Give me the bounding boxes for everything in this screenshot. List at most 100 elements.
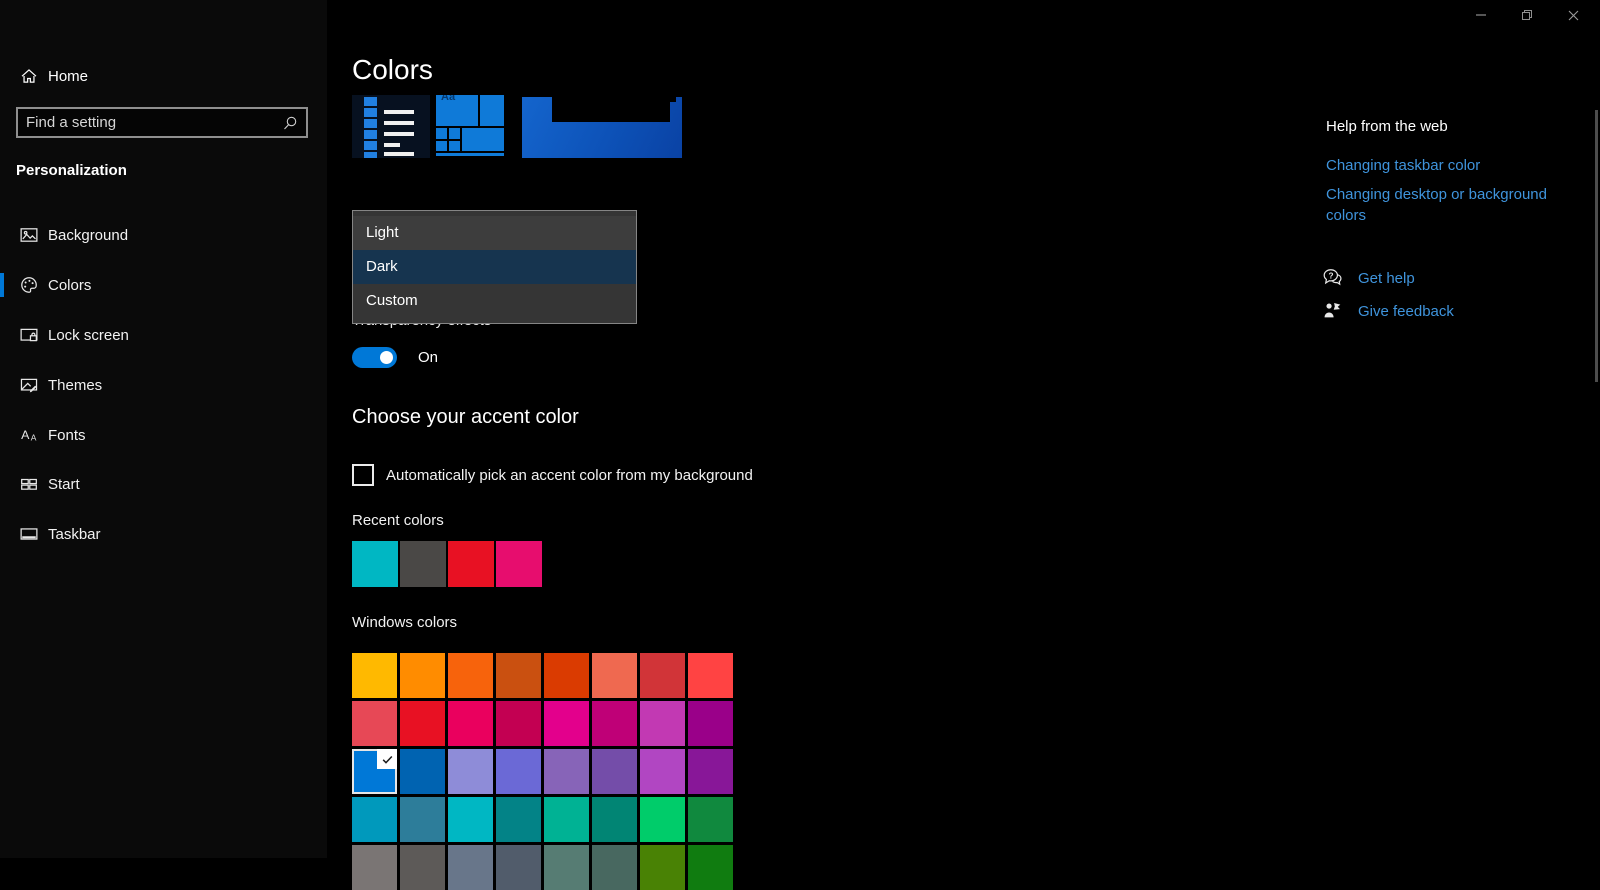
windows-color-swatch-r1c4[interactable] bbox=[544, 701, 589, 746]
sidebar-item-home[interactable]: Home bbox=[0, 58, 327, 94]
close-icon bbox=[1567, 9, 1580, 22]
recent-color-swatch-1[interactable] bbox=[400, 541, 446, 587]
start-icon bbox=[20, 475, 38, 493]
windows-color-swatch-r4c1[interactable] bbox=[400, 845, 445, 890]
minimize-button[interactable] bbox=[1458, 0, 1504, 30]
windows-color-swatch-r3c7[interactable] bbox=[688, 797, 733, 842]
windows-color-swatch-r2c1[interactable] bbox=[400, 749, 445, 794]
windows-color-swatch-r4c2[interactable] bbox=[448, 845, 493, 890]
auto-accent-label: Automatically pick an accent color from … bbox=[386, 467, 753, 484]
sidebar-item-colors[interactable]: Colors bbox=[0, 267, 327, 303]
palette-icon bbox=[20, 276, 38, 294]
sidebar-item-label: Fonts bbox=[48, 427, 86, 444]
search-icon[interactable] bbox=[282, 115, 298, 131]
windows-color-swatch-r2c7[interactable] bbox=[688, 749, 733, 794]
sidebar-item-background[interactable]: Background bbox=[0, 217, 327, 253]
help-heading: Help from the web bbox=[1326, 118, 1448, 135]
sidebar-item-fonts[interactable]: AA Fonts bbox=[0, 417, 327, 453]
give-feedback-link[interactable]: Give feedback bbox=[1322, 301, 1454, 321]
sidebar-item-label: Colors bbox=[48, 277, 91, 294]
windows-color-swatch-r1c5[interactable] bbox=[592, 701, 637, 746]
toggle-knob bbox=[380, 351, 393, 364]
selected-accent-bar bbox=[0, 273, 4, 297]
windows-color-swatch-r1c3[interactable] bbox=[496, 701, 541, 746]
recent-color-swatch-3[interactable] bbox=[496, 541, 542, 587]
page-title: Colors bbox=[352, 54, 433, 86]
windows-color-swatch-r4c6[interactable] bbox=[640, 845, 685, 890]
windows-color-swatch-r3c4[interactable] bbox=[544, 797, 589, 842]
windows-color-swatch-r0c5[interactable] bbox=[592, 653, 637, 698]
get-help-label: Get help bbox=[1358, 270, 1415, 287]
search-input[interactable] bbox=[18, 114, 282, 131]
svg-text:A: A bbox=[31, 433, 37, 443]
windows-color-swatch-r0c2[interactable] bbox=[448, 653, 493, 698]
auto-accent-row: Automatically pick an accent color from … bbox=[352, 464, 753, 486]
minimize-icon bbox=[1475, 9, 1487, 21]
search-box[interactable] bbox=[16, 107, 308, 138]
get-help-link[interactable]: ? Get help bbox=[1322, 268, 1415, 288]
sidebar-item-lock-screen[interactable]: Lock screen bbox=[0, 317, 327, 353]
windows-color-swatch-r0c1[interactable] bbox=[400, 653, 445, 698]
dropdown-option-light[interactable]: Light bbox=[353, 216, 636, 250]
sidebar-item-start[interactable]: Start bbox=[0, 466, 327, 502]
taskbar-icon bbox=[20, 525, 38, 543]
windows-color-swatch-r3c3[interactable] bbox=[496, 797, 541, 842]
sidebar-item-label: Start bbox=[48, 476, 80, 493]
recent-color-swatch-0[interactable] bbox=[352, 541, 398, 587]
windows-color-swatch-r0c3[interactable] bbox=[496, 653, 541, 698]
accent-color-heading: Choose your accent color bbox=[352, 406, 579, 429]
preview-startmenu-mock bbox=[352, 95, 430, 158]
help-link-desktop-colors[interactable]: Changing desktop or background colors bbox=[1326, 184, 1564, 226]
windows-color-swatch-r4c5[interactable] bbox=[592, 845, 637, 890]
windows-color-swatch-r4c7[interactable] bbox=[688, 845, 733, 890]
sidebar: Home Personalization Background Colors Loc… bbox=[0, 0, 327, 858]
transparency-toggle[interactable] bbox=[352, 347, 397, 368]
windows-color-swatch-r2c3[interactable] bbox=[496, 749, 541, 794]
restore-button[interactable] bbox=[1504, 0, 1550, 30]
windows-color-swatch-r1c2[interactable] bbox=[448, 701, 493, 746]
sidebar-item-themes[interactable]: Themes bbox=[0, 367, 327, 403]
windows-color-swatch-r3c1[interactable] bbox=[400, 797, 445, 842]
windows-color-swatch-r2c2[interactable] bbox=[448, 749, 493, 794]
windows-color-swatch-r0c4[interactable] bbox=[544, 653, 589, 698]
windows-color-swatch-r4c0[interactable] bbox=[352, 845, 397, 890]
close-button[interactable] bbox=[1550, 0, 1596, 30]
windows-color-swatch-r0c0[interactable] bbox=[352, 653, 397, 698]
windows-color-swatch-r4c3[interactable] bbox=[496, 845, 541, 890]
sidebar-home-label: Home bbox=[48, 68, 88, 85]
windows-color-swatch-r1c1[interactable] bbox=[400, 701, 445, 746]
windows-color-swatch-r2c4[interactable] bbox=[544, 749, 589, 794]
sidebar-item-label: Background bbox=[48, 227, 128, 244]
windows-color-swatch-r2c0[interactable] bbox=[352, 749, 397, 794]
sidebar-section-heading: Personalization bbox=[16, 162, 127, 179]
image-icon bbox=[20, 226, 38, 244]
svg-text:?: ? bbox=[1328, 271, 1333, 280]
give-feedback-label: Give feedback bbox=[1358, 303, 1454, 320]
windows-color-swatch-r1c7[interactable] bbox=[688, 701, 733, 746]
themes-icon bbox=[20, 376, 38, 394]
windows-color-swatch-r0c7[interactable] bbox=[688, 653, 733, 698]
sidebar-item-taskbar[interactable]: Taskbar bbox=[0, 516, 327, 552]
scrollbar-thumb[interactable] bbox=[1595, 110, 1598, 382]
svg-text:A: A bbox=[21, 428, 30, 442]
windows-color-swatch-r1c0[interactable] bbox=[352, 701, 397, 746]
recent-colors-row bbox=[352, 541, 542, 587]
windows-color-swatch-r3c2[interactable] bbox=[448, 797, 493, 842]
windows-color-swatch-r0c6[interactable] bbox=[640, 653, 685, 698]
auto-accent-checkbox[interactable] bbox=[352, 464, 374, 486]
windows-color-swatch-r4c4[interactable] bbox=[544, 845, 589, 890]
windows-color-swatch-r3c6[interactable] bbox=[640, 797, 685, 842]
windows-color-swatch-r1c6[interactable] bbox=[640, 701, 685, 746]
recent-color-swatch-2[interactable] bbox=[448, 541, 494, 587]
windows-color-swatch-r3c5[interactable] bbox=[592, 797, 637, 842]
home-icon bbox=[20, 67, 38, 85]
selected-color-checkmark-icon bbox=[377, 749, 397, 769]
dropdown-option-dark[interactable]: Dark bbox=[353, 250, 636, 284]
windows-color-swatch-r2c6[interactable] bbox=[640, 749, 685, 794]
windows-color-swatch-r2c5[interactable] bbox=[592, 749, 637, 794]
fonts-icon: AA bbox=[20, 426, 38, 444]
dropdown-option-custom[interactable]: Custom bbox=[353, 284, 636, 318]
help-link-taskbar-color[interactable]: Changing taskbar color bbox=[1326, 155, 1564, 176]
windows-color-swatch-r3c0[interactable] bbox=[352, 797, 397, 842]
color-mode-dropdown[interactable]: LightDarkCustom bbox=[352, 210, 637, 324]
